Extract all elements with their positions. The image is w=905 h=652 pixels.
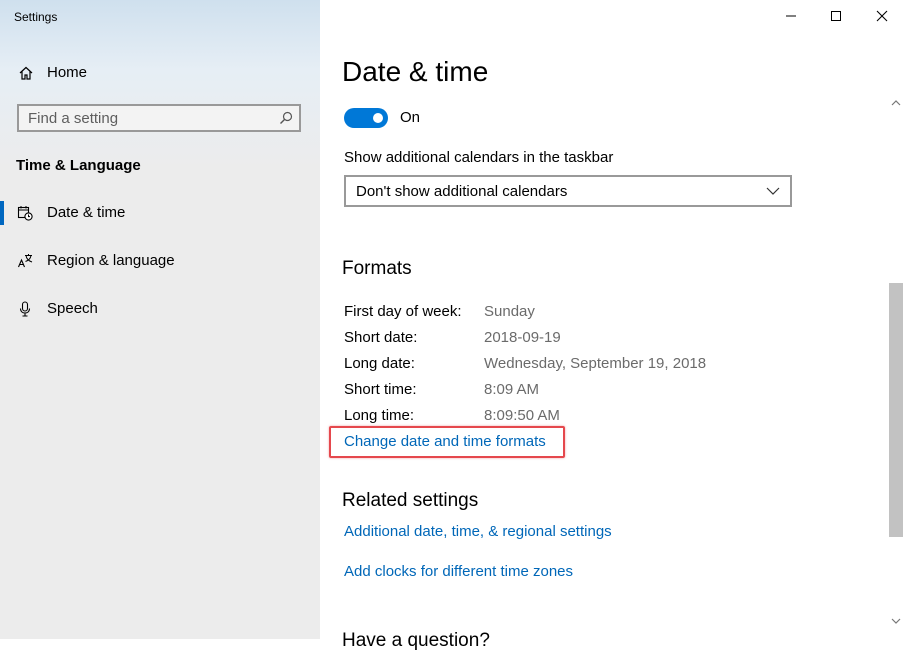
maximize-button[interactable] (813, 0, 859, 32)
scroll-down-button[interactable] (887, 612, 905, 630)
maximize-icon (831, 11, 841, 21)
active-indicator (0, 201, 4, 225)
close-button[interactable] (859, 0, 905, 32)
sidebar: Settings Home Time & Language Date & tim… (0, 0, 320, 639)
home-icon (19, 66, 33, 80)
home-label: Home (47, 64, 88, 81)
scroll-up-button[interactable] (887, 94, 905, 112)
change-formats-link[interactable]: Change date and time formats (344, 433, 546, 450)
format-value: Sunday (484, 303, 535, 320)
section-heading: Time & Language (16, 157, 141, 174)
chevron-down-icon (891, 618, 901, 624)
calendar-label: Show additional calendars in the taskbar (344, 149, 614, 166)
region-language-icon (17, 254, 33, 268)
question-heading-partial: Have a question? (342, 630, 490, 651)
toggle-knob (373, 113, 383, 123)
calendar-clock-icon (17, 206, 33, 221)
format-key: Long time: (344, 407, 415, 424)
add-clocks-link[interactable]: Add clocks for different time zones (344, 563, 573, 580)
format-key: Short date: (344, 329, 418, 346)
scrollbar-thumb[interactable] (889, 283, 903, 537)
search-icon[interactable] (279, 111, 293, 125)
format-key: Long date: (344, 355, 415, 372)
format-value: 2018-09-19 (484, 329, 561, 346)
additional-regional-settings-link[interactable]: Additional date, time, & regional settin… (344, 523, 612, 540)
close-icon (876, 10, 888, 22)
microphone-icon (19, 301, 31, 317)
formats-heading: Formats (342, 258, 412, 279)
minimize-icon (786, 15, 796, 17)
format-value: 8:09 AM (484, 381, 540, 398)
search-input[interactable] (19, 106, 268, 130)
calendar-selected-value: Don't show additional calendars (356, 183, 568, 200)
chevron-down-icon (766, 187, 780, 195)
sidebar-item-region-language[interactable]: Region & language (0, 243, 320, 279)
calendar-dropdown[interactable]: Don't show additional calendars (344, 175, 792, 207)
sidebar-item-date-time[interactable]: Date & time (0, 195, 320, 231)
format-value: 8:09:50 AM (484, 407, 560, 424)
sidebar-item-label: Date & time (47, 204, 126, 221)
sidebar-item-speech[interactable]: Speech (0, 291, 320, 327)
sidebar-item-label: Region & language (47, 252, 175, 269)
format-value: Wednesday, September 19, 2018 (484, 355, 707, 372)
chevron-up-icon (891, 100, 901, 106)
home-nav-item[interactable]: Home (0, 56, 320, 90)
format-key: First day of week: (344, 303, 462, 320)
auto-time-toggle[interactable] (344, 108, 388, 128)
app-title: Settings (14, 10, 58, 24)
minimize-button[interactable] (768, 0, 814, 32)
page-title: Date & time (342, 56, 489, 87)
toggle-state-label: On (400, 109, 421, 126)
sidebar-item-label: Speech (47, 300, 98, 317)
format-key: Short time: (344, 381, 417, 398)
search-box[interactable] (17, 104, 301, 132)
related-settings-heading: Related settings (342, 490, 479, 511)
